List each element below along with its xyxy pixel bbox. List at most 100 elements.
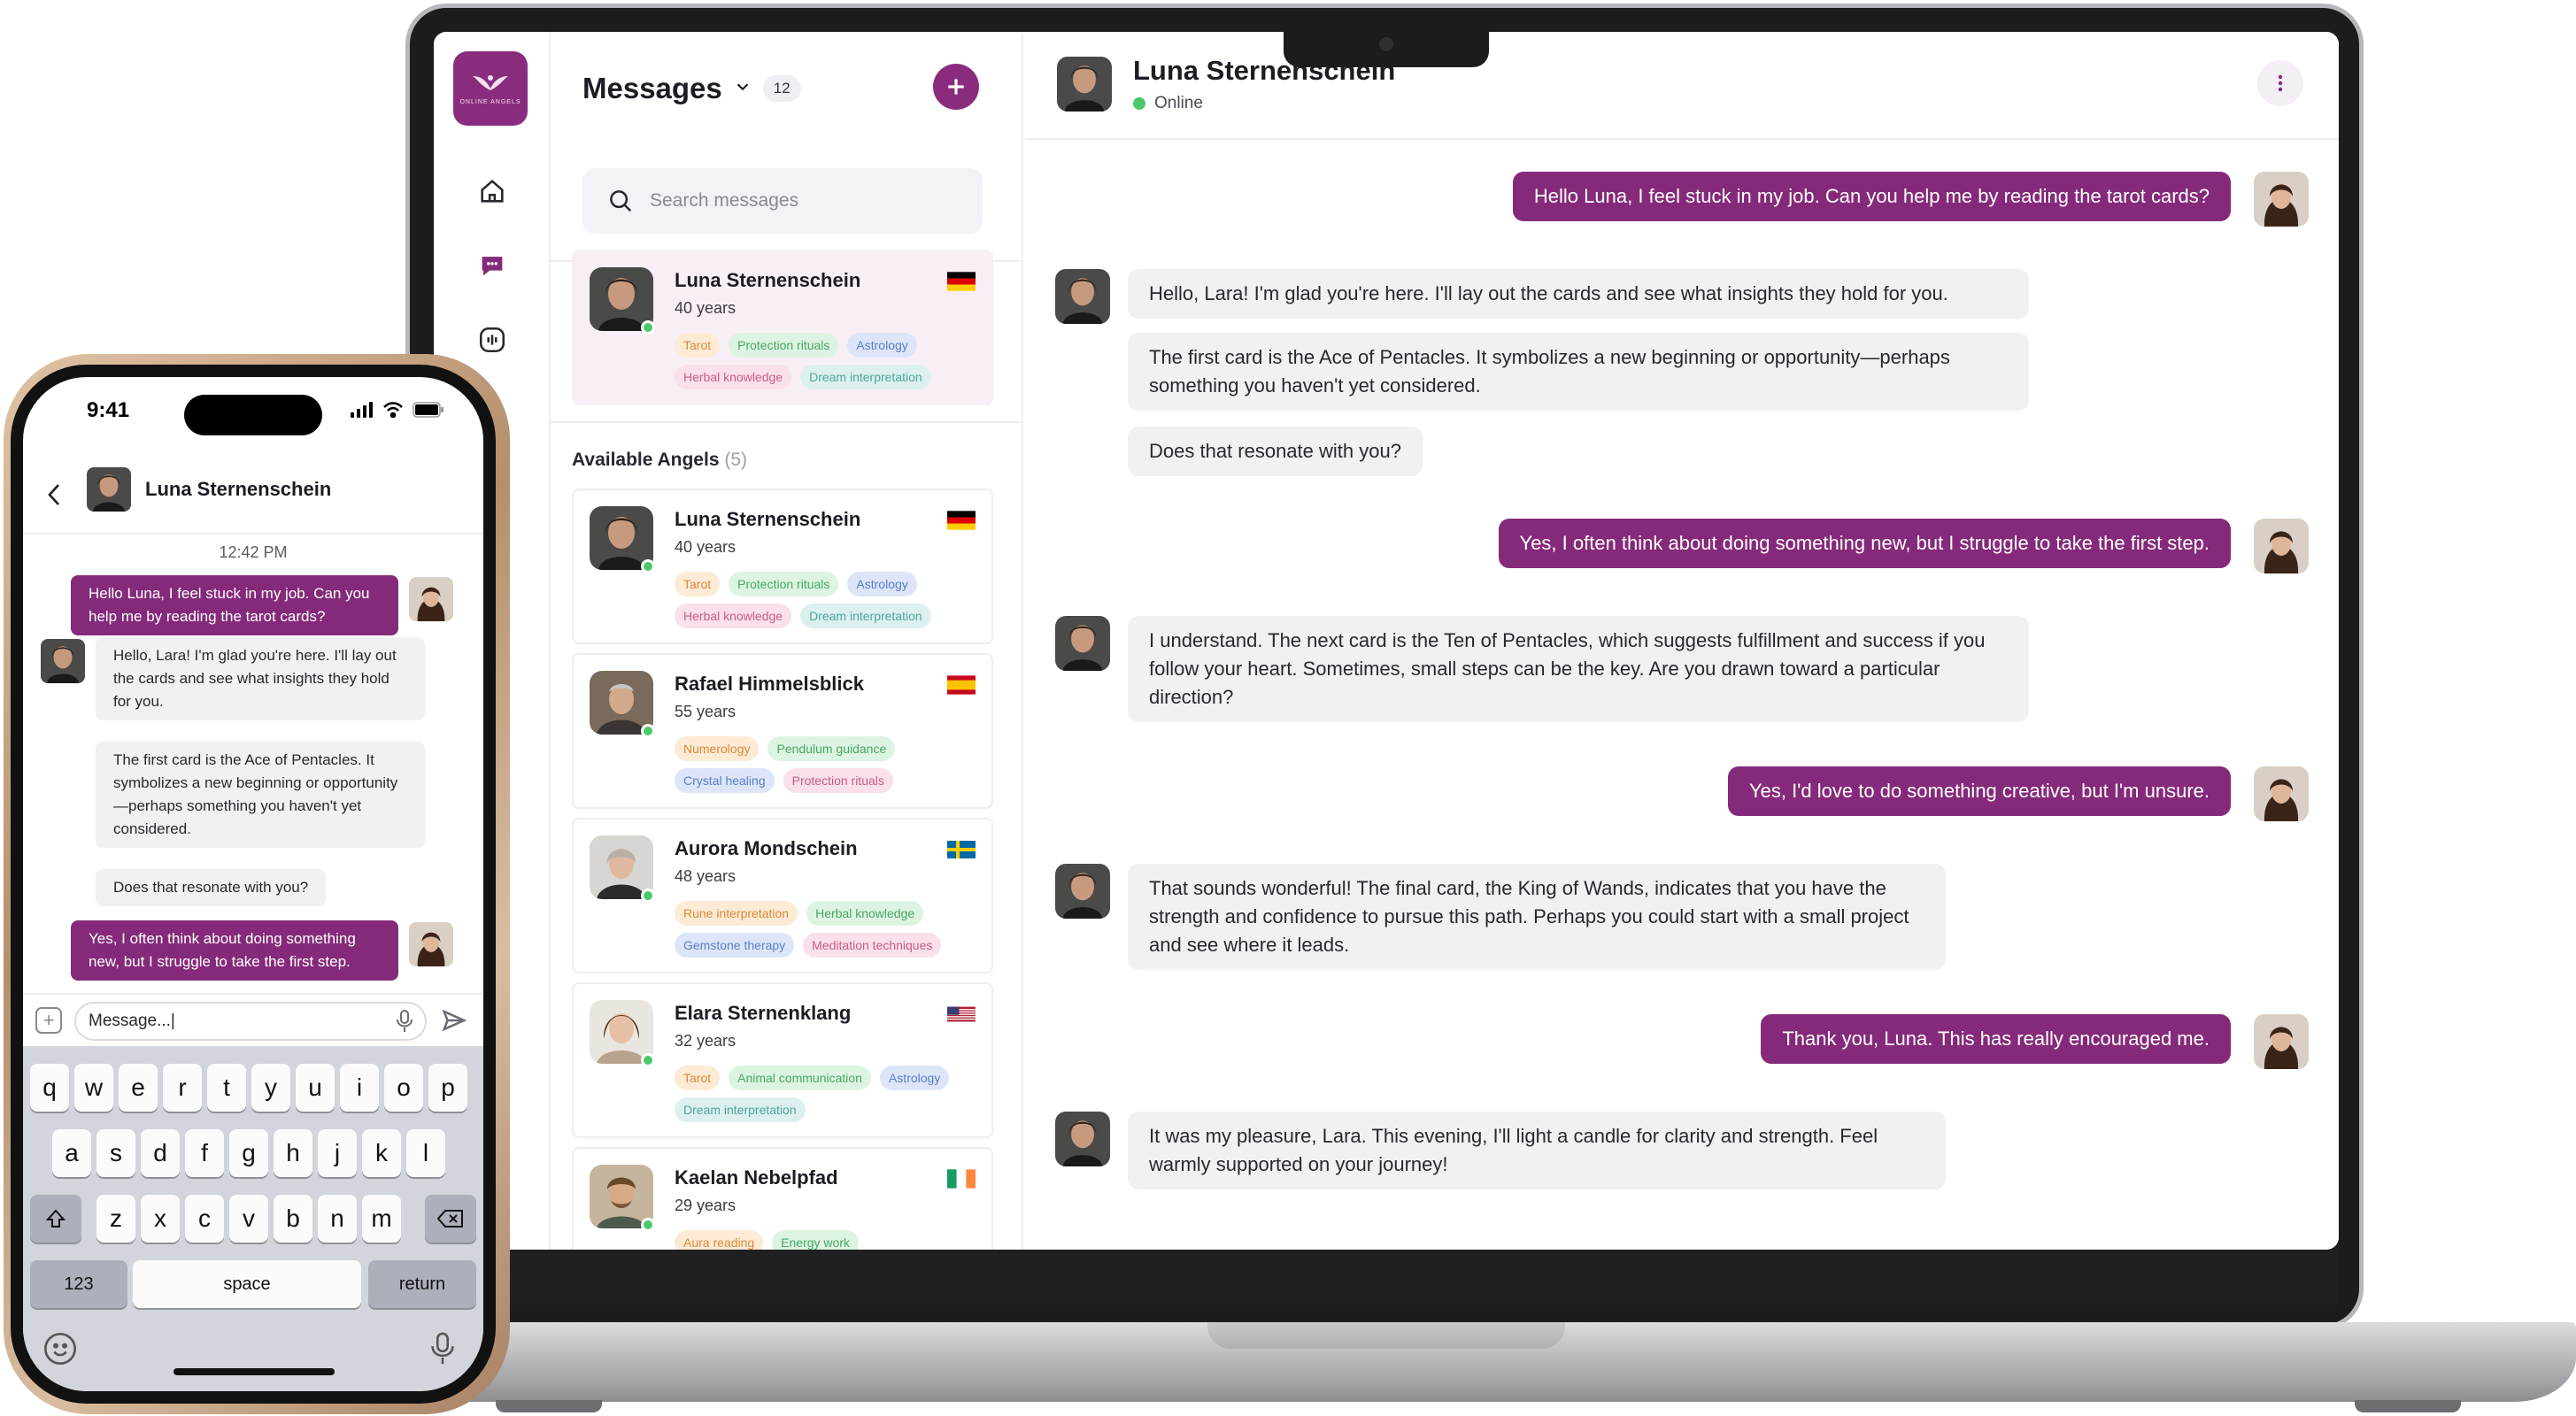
chat-pane: Luna Sternenschein Online Hello Luna, I …: [1025, 32, 2339, 1250]
key-d[interactable]: d: [141, 1129, 180, 1177]
key-t[interactable]: t: [207, 1064, 246, 1112]
key-a[interactable]: a: [52, 1129, 91, 1177]
user-avatar: [409, 922, 453, 966]
attach-button[interactable]: +: [35, 1007, 62, 1034]
chevron-down-icon[interactable]: [733, 77, 752, 101]
home-indicator[interactable]: [174, 1368, 335, 1375]
angel-age: 48 years: [675, 867, 737, 885]
phone-screen: 9:41 Luna Sternenschein 12:42 PM Hello L…: [23, 377, 483, 1391]
message-input[interactable]: Message...|: [74, 1002, 427, 1041]
dictation-button[interactable]: [428, 1331, 457, 1371]
angel-name: Kaelan Nebelpfad: [675, 1166, 838, 1189]
nav-podcast[interactable]: [474, 322, 510, 358]
return-key[interactable]: return: [368, 1260, 476, 1308]
send-icon: [442, 1009, 467, 1032]
emoji-button[interactable]: [42, 1331, 78, 1371]
message-bubble-incoming: Does that resonate with you?: [96, 869, 327, 906]
key-m[interactable]: m: [362, 1195, 401, 1243]
key-k[interactable]: k: [362, 1129, 401, 1177]
contact-avatar[interactable]: [87, 467, 131, 512]
tag: Protection rituals: [729, 572, 839, 596]
more-options-button[interactable]: [2257, 60, 2303, 106]
battery-icon: [413, 402, 443, 418]
wifi-icon: [383, 402, 403, 418]
user-avatar: [2254, 519, 2309, 573]
plus-icon: [948, 79, 964, 95]
app-logo[interactable]: ONLINE ANGELS: [453, 51, 528, 126]
laptop-foot: [2355, 1400, 2461, 1412]
send-button[interactable]: [441, 1007, 467, 1038]
contact-avatar[interactable]: [1057, 57, 1112, 112]
online-indicator: [641, 724, 655, 738]
more-vertical-icon: [2278, 74, 2283, 92]
online-indicator: [641, 320, 655, 335]
key-g[interactable]: g: [229, 1129, 268, 1177]
section-title: Available Angels: [572, 450, 720, 470]
keyboard: q w e r t y u i o p a s d f g h j k l z …: [23, 1046, 483, 1391]
nav-home[interactable]: [474, 173, 510, 209]
angel-avatar: [41, 639, 85, 683]
tag: Tarot: [675, 333, 721, 358]
angel-card-luna[interactable]: Luna Sternenschein 40 years Tarot Protec…: [572, 489, 993, 644]
message-bubble-outgoing: Yes, I often think about doing something…: [1498, 519, 2231, 568]
tag: Herbal knowledge: [806, 901, 924, 926]
tag: Dream interpretation: [675, 1097, 806, 1122]
new-message-button[interactable]: [933, 64, 979, 110]
tag: Tarot: [675, 572, 721, 596]
key-r[interactable]: r: [163, 1064, 202, 1112]
key-x[interactable]: x: [141, 1195, 180, 1243]
flag-de-icon: [947, 510, 976, 531]
angel-avatar: [1055, 269, 1110, 324]
mic-button[interactable]: [395, 1009, 414, 1038]
online-indicator: [1133, 97, 1145, 110]
flag-ie-icon: [947, 1168, 976, 1189]
search-icon: [610, 190, 632, 212]
key-u[interactable]: u: [296, 1064, 335, 1112]
backspace-key[interactable]: [425, 1195, 476, 1243]
angel-name: Elara Sternenklang: [675, 1002, 852, 1024]
angel-card-aurora[interactable]: Aurora Mondschein 48 years Rune interpre…: [572, 818, 993, 974]
microphone-icon: [397, 1010, 413, 1032]
angel-card-kaelan[interactable]: Kaelan Nebelpfad 29 years Aura reading E…: [572, 1147, 993, 1250]
key-j[interactable]: j: [318, 1129, 357, 1177]
angel-card-elara[interactable]: Elara Sternenklang 32 years Tarot Animal…: [572, 982, 993, 1138]
key-c[interactable]: c: [185, 1195, 224, 1243]
key-p[interactable]: p: [428, 1064, 467, 1112]
key-v[interactable]: v: [229, 1195, 268, 1243]
key-n[interactable]: n: [318, 1195, 357, 1243]
angel-card-rafael[interactable]: Rafael Himmelsblick 55 years Numerology …: [572, 653, 993, 809]
section-count: (5): [724, 450, 748, 470]
key-l[interactable]: l: [406, 1129, 445, 1177]
key-s[interactable]: s: [96, 1129, 135, 1177]
nav-messages[interactable]: [474, 248, 510, 283]
space-key[interactable]: space: [133, 1260, 361, 1308]
active-conversation-card[interactable]: Luna Sternenschein 40 years Tarot Protec…: [572, 250, 993, 405]
podcast-icon: [479, 327, 505, 353]
tag-list: Tarot Animal communication Astrology Dre…: [675, 1066, 984, 1122]
key-h[interactable]: h: [274, 1129, 312, 1177]
key-o[interactable]: o: [384, 1064, 423, 1112]
key-y[interactable]: y: [251, 1064, 290, 1112]
search-bar[interactable]: [582, 168, 983, 234]
back-button[interactable]: [44, 481, 66, 512]
key-e[interactable]: e: [119, 1064, 158, 1112]
tag: Tarot: [675, 1066, 721, 1090]
tag: Animal communication: [729, 1066, 871, 1090]
key-b[interactable]: b: [274, 1195, 312, 1243]
search-input[interactable]: [650, 190, 951, 212]
flag-de-icon: [947, 271, 976, 292]
dynamic-island: [184, 395, 322, 435]
message-timestamp: 12:42 PM: [219, 543, 288, 561]
numbers-key[interactable]: 123: [30, 1260, 127, 1308]
tag: Aura reading: [675, 1230, 764, 1250]
contact-status: Online: [1133, 94, 1203, 113]
laptop-foot: [496, 1400, 602, 1412]
shift-key[interactable]: [30, 1195, 81, 1243]
message-bubble-incoming: The first card is the Ace of Pentacles. …: [1128, 333, 2029, 411]
key-z[interactable]: z: [96, 1195, 135, 1243]
user-avatar: [409, 577, 453, 621]
key-w[interactable]: w: [74, 1064, 113, 1112]
key-f[interactable]: f: [185, 1129, 224, 1177]
key-q[interactable]: q: [30, 1064, 69, 1112]
key-i[interactable]: i: [340, 1064, 379, 1112]
